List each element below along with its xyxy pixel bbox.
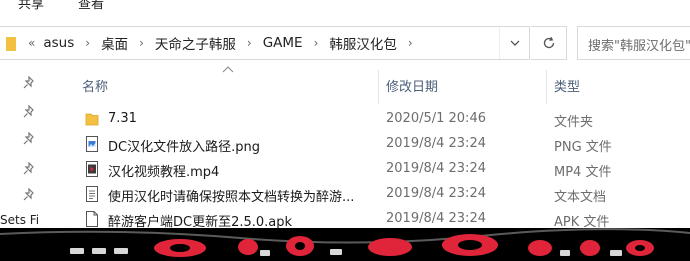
file-name: 7.31	[108, 111, 137, 126]
file-type: 文件夹	[554, 115, 594, 130]
column-divider[interactable]	[378, 70, 379, 104]
refresh-icon	[543, 36, 554, 49]
ribbon-tab-view[interactable]: 查看	[78, 0, 104, 12]
pin-icon[interactable]	[22, 132, 36, 146]
chevron-down-icon	[510, 40, 519, 46]
breadcrumb-item[interactable]: 韩服汉化包	[329, 33, 397, 53]
breadcrumb-item[interactable]: GAME	[263, 35, 303, 51]
breadcrumb-item[interactable]: 桌面	[101, 33, 128, 53]
breadcrumb: « asus › 桌面 › 天命之子韩服 › GAME › 韩服汉化包 ›	[28, 27, 424, 59]
nav-item-label[interactable]: Sets Fi	[0, 213, 39, 227]
sort-up-icon	[222, 66, 234, 73]
file-date: 2020/5/1 20:46	[386, 111, 486, 126]
file-name: 使用汉化时请确保按照本文档转换为醉游...	[108, 190, 355, 205]
file-date: 2019/8/4 23:24	[386, 211, 486, 226]
chevron-right-icon[interactable]: ›	[139, 36, 144, 50]
list-item[interactable]: 7.31 2020/5/1 20:46 文件夹	[80, 108, 690, 132]
overflow-chevron-icon[interactable]: «	[28, 36, 35, 50]
breadcrumb-item[interactable]: asus	[43, 35, 74, 51]
folder-icon	[85, 113, 99, 126]
file-type: PNG 文件	[554, 140, 612, 155]
file-type: 文本文档	[554, 190, 607, 205]
pin-icon[interactable]	[22, 188, 36, 202]
ribbon-tab-share[interactable]: 共享	[18, 0, 44, 12]
chevron-right-icon[interactable]: ›	[314, 36, 319, 50]
column-divider[interactable]	[546, 70, 547, 104]
text-file-icon	[86, 186, 98, 202]
list-item[interactable]: 汉化视频教程.mp4 2019/8/4 23:24 MP4 文件	[80, 158, 690, 182]
column-header-date[interactable]: 修改日期	[386, 76, 438, 95]
watermark-graphic	[0, 228, 690, 261]
chevron-right-icon[interactable]: ›	[408, 36, 413, 50]
file-list: 名称 修改日期 类型 7.31 2020/5/1 20:46 文件夹 DC汉化文…	[62, 66, 690, 230]
chevron-right-icon[interactable]: ›	[85, 36, 90, 50]
column-header-type[interactable]: 类型	[554, 76, 580, 95]
address-row: « asus › 桌面 › 天命之子韩服 › GAME › 韩服汉化包 › 搜索…	[0, 18, 690, 68]
list-item[interactable]: 使用汉化时请确保按照本文档转换为醉游... 2019/8/4 23:24 文本文…	[80, 183, 690, 207]
refresh-button[interactable]	[531, 26, 567, 60]
pin-icon[interactable]	[22, 162, 36, 176]
address-dropdown-button[interactable]	[499, 27, 529, 59]
file-name: DC汉化文件放入路径.png	[108, 140, 260, 155]
search-placeholder: 搜索"韩服汉化包"	[588, 39, 690, 54]
file-date: 2019/8/4 23:24	[386, 186, 486, 201]
chevron-right-icon[interactable]: ›	[247, 36, 252, 50]
watermark-banner	[0, 228, 690, 261]
video-file-icon	[86, 161, 98, 177]
file-type: MP4 文件	[554, 165, 612, 180]
pin-icon[interactable]	[22, 76, 36, 90]
address-bar[interactable]: « asus › 桌面 › 天命之子韩服 › GAME › 韩服汉化包 ›	[0, 26, 530, 60]
folder-icon	[6, 37, 16, 51]
column-header-name[interactable]: 名称	[82, 76, 108, 95]
image-file-icon	[86, 136, 98, 152]
list-item[interactable]: DC汉化文件放入路径.png 2019/8/4 23:24 PNG 文件	[80, 133, 690, 157]
file-name: 汉化视频教程.mp4	[108, 165, 220, 180]
ribbon-tabs: 共享 查看	[0, 0, 690, 14]
file-date: 2019/8/4 23:24	[386, 161, 486, 176]
apk-file-icon	[86, 211, 98, 227]
breadcrumb-item[interactable]: 天命之子韩服	[155, 33, 236, 53]
pin-icon[interactable]	[22, 105, 36, 119]
file-date: 2019/8/4 23:24	[386, 136, 486, 151]
search-input[interactable]: 搜索"韩服汉化包"	[577, 26, 690, 60]
